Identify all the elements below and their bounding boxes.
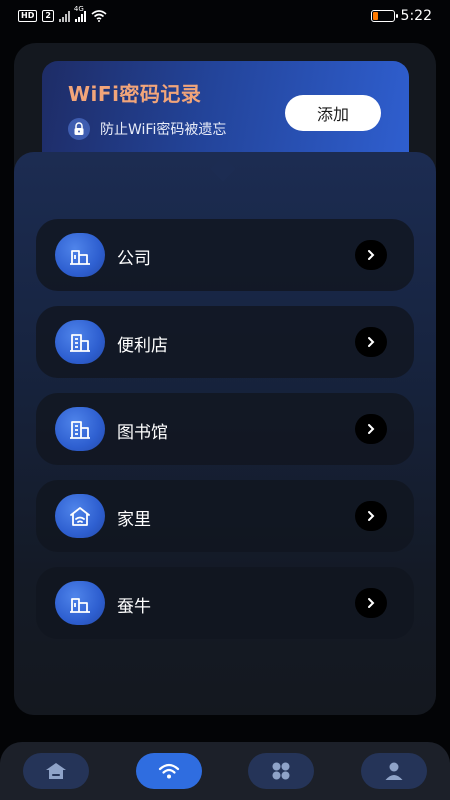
- banner-title: WiFi密码记录: [68, 82, 202, 106]
- status-time: 5:22: [400, 8, 432, 24]
- battery-icon: [370, 10, 398, 22]
- list-item-label: 图书馆: [117, 423, 168, 443]
- user-icon: [385, 762, 403, 780]
- list-item-company[interactable]: 公司: [36, 219, 414, 291]
- status-right: 5:22: [370, 8, 432, 24]
- app-screen: HD 2 4G 5:22 WiFi密码记录 防止WiFi密码被遗忘 添加 公司 …: [0, 0, 450, 800]
- signal-icon: [58, 10, 70, 22]
- store-building-icon: [55, 320, 105, 364]
- list-item-label: 公司: [117, 249, 151, 269]
- chevron-right-icon[interactable]: [355, 414, 387, 444]
- office-building-icon: [55, 581, 105, 625]
- nav-profile-button[interactable]: [361, 753, 427, 789]
- home-icon: [46, 763, 66, 779]
- list-item-home[interactable]: 家里: [36, 480, 414, 552]
- list-item-label: 蚕牛: [117, 597, 151, 617]
- wifi-icon: [158, 763, 180, 779]
- list-item-silkworm[interactable]: 蚕牛: [36, 567, 414, 639]
- chevron-right-icon[interactable]: [355, 240, 387, 270]
- banner-subtitle-row: 防止WiFi密码被遗忘: [68, 118, 226, 140]
- hd-badge: HD: [18, 10, 38, 22]
- library-building-icon: [55, 407, 105, 451]
- wifi-status-icon: [91, 10, 107, 22]
- signal-4g-icon: 4G: [74, 5, 86, 22]
- banner-subtitle: 防止WiFi密码被遗忘: [100, 122, 227, 138]
- status-bar: HD 2 4G 5:22: [0, 0, 450, 32]
- list-item-label: 便利店: [117, 336, 168, 356]
- chevron-right-icon[interactable]: [355, 327, 387, 357]
- lock-icon: [68, 118, 90, 140]
- battery-level: [372, 12, 379, 20]
- nav-wifi-button[interactable]: [136, 753, 202, 789]
- chevron-right-icon[interactable]: [355, 588, 387, 618]
- nav-apps-button[interactable]: [248, 753, 314, 789]
- list-item-convenience-store[interactable]: 便利店: [36, 306, 414, 378]
- home-icon: [55, 494, 105, 538]
- apps-grid-icon: [272, 762, 290, 780]
- status-left: HD 2 4G: [18, 5, 107, 22]
- office-building-icon: [55, 233, 105, 277]
- list-item-label: 家里: [117, 510, 151, 530]
- nav-home-button[interactable]: [23, 753, 89, 789]
- list-item-library[interactable]: 图书馆: [36, 393, 414, 465]
- sim-badge: 2: [42, 10, 54, 22]
- chevron-right-icon[interactable]: [355, 501, 387, 531]
- signal-label: 4G: [73, 4, 84, 13]
- add-button[interactable]: 添加: [285, 95, 381, 131]
